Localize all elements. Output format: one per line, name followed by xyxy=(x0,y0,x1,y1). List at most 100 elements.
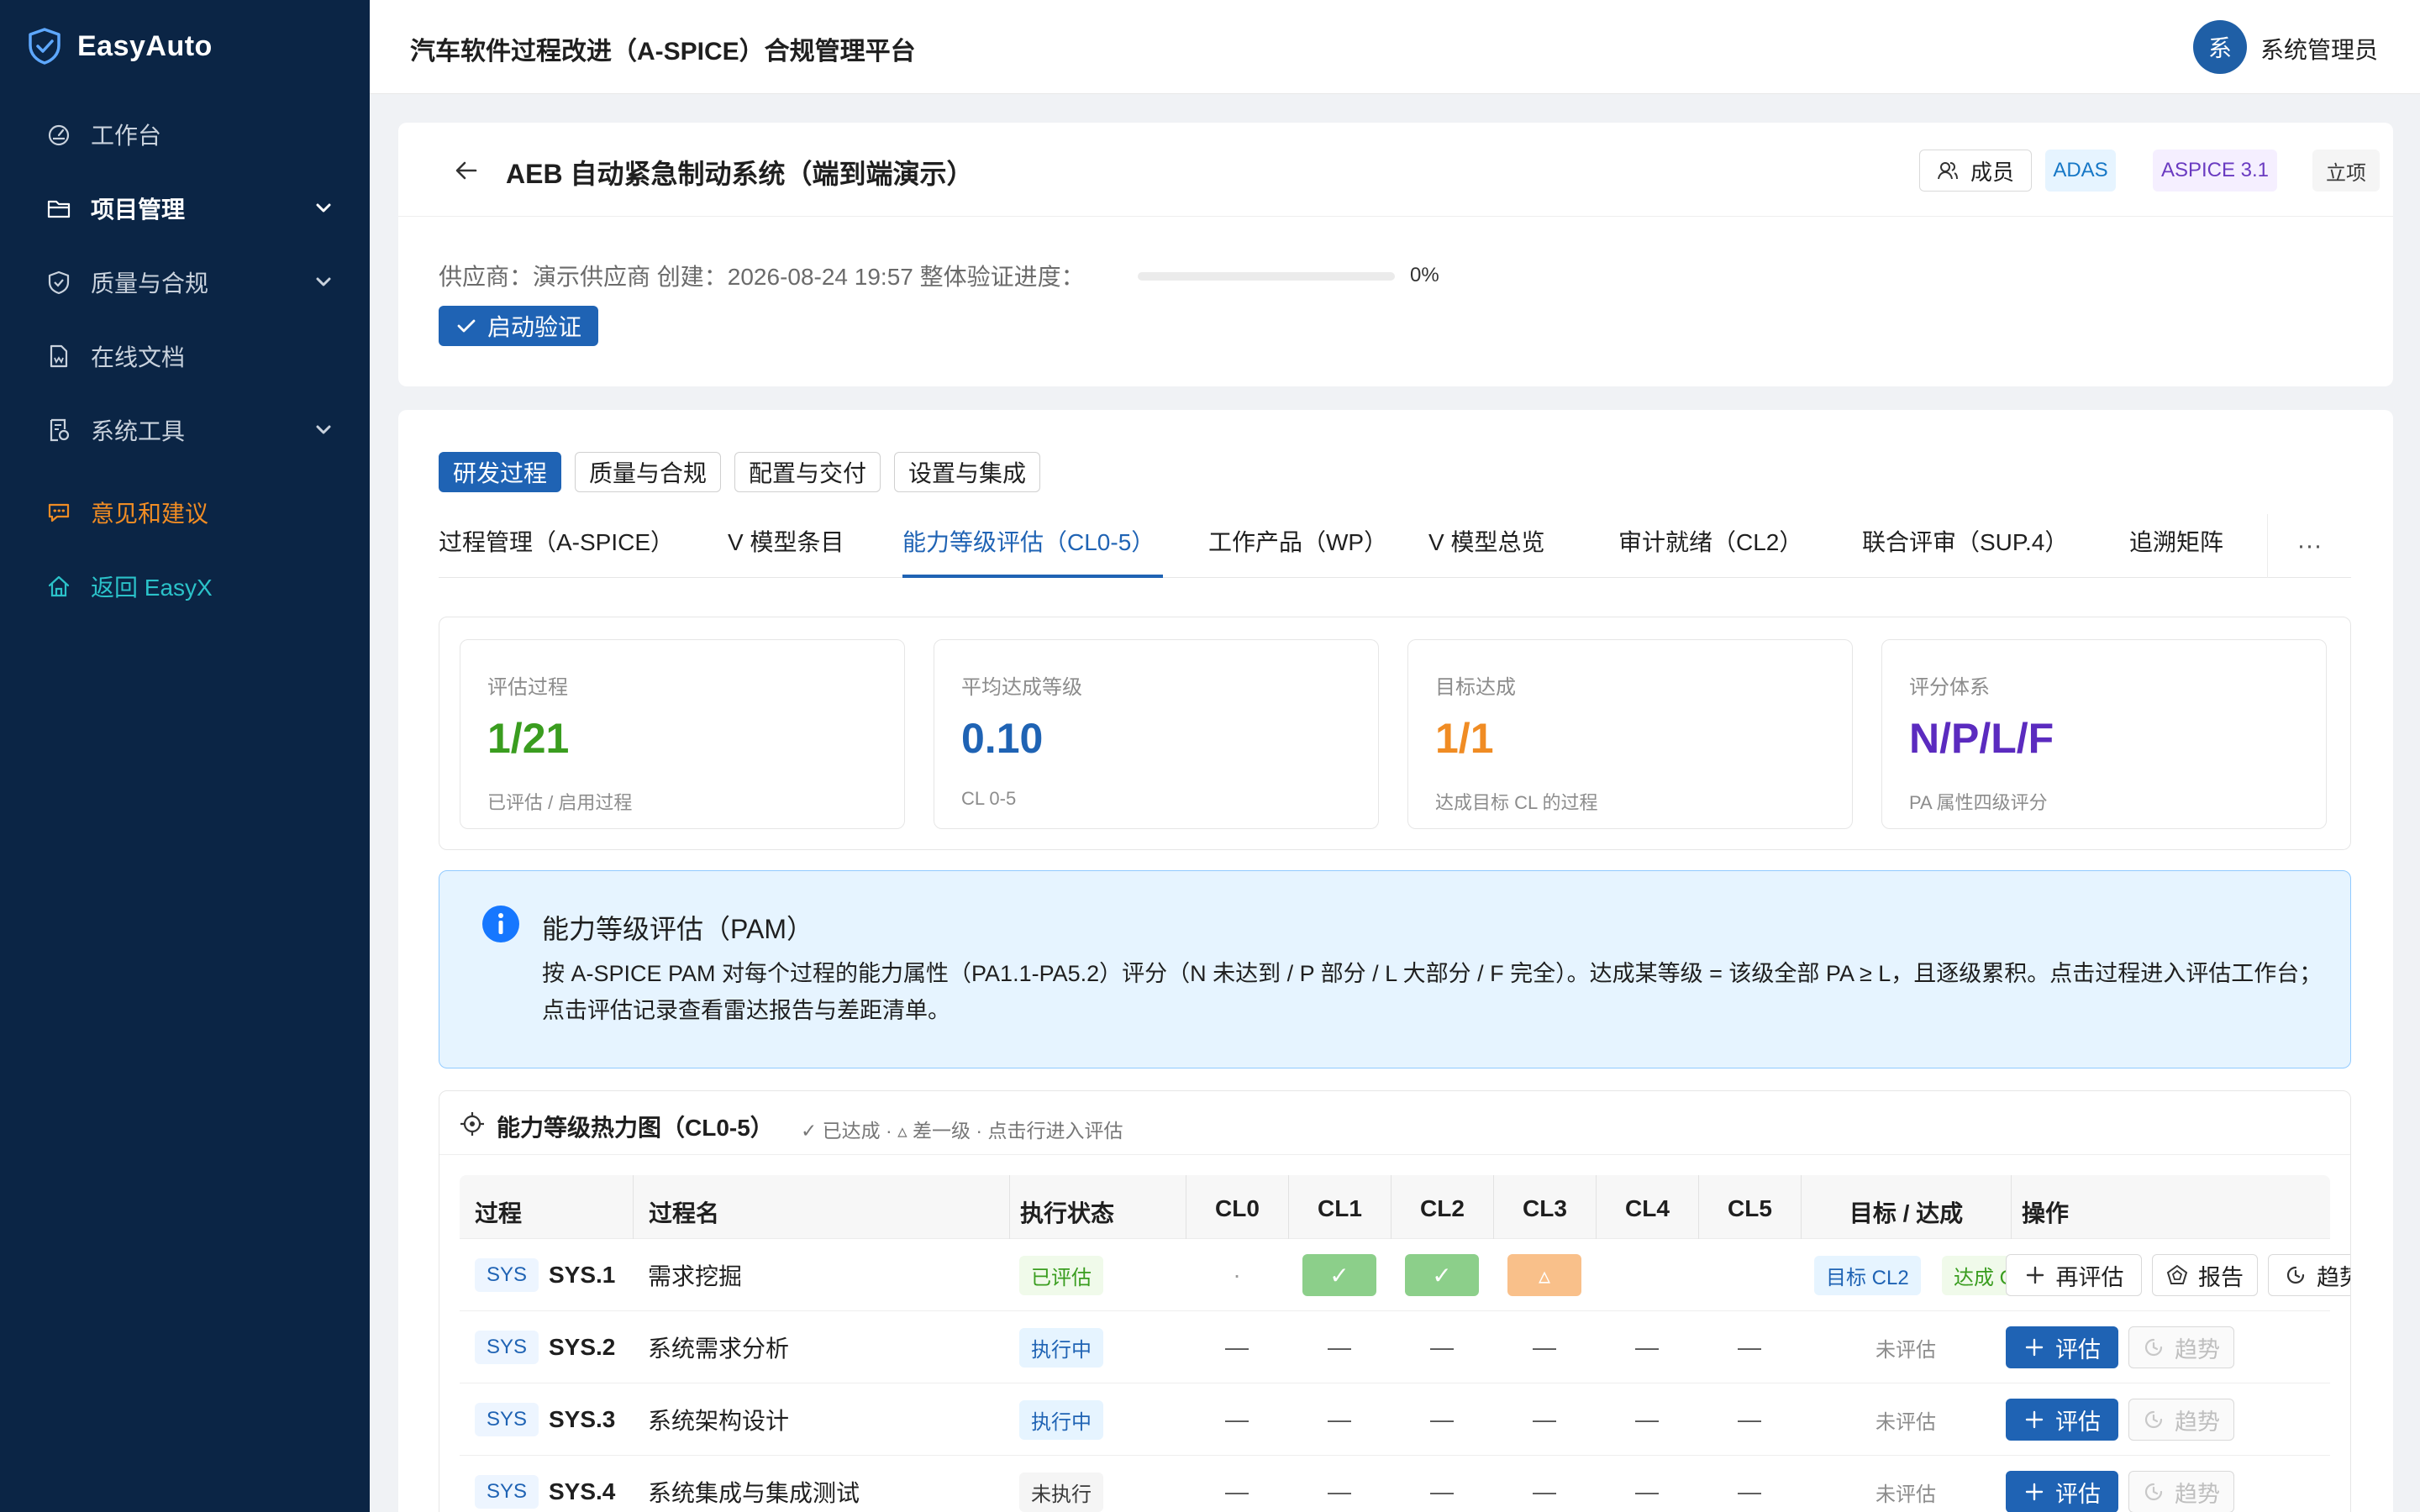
members-label: 成员 xyxy=(1970,159,2014,185)
sidebar-item-return-easyx[interactable]: 返回 EasyX xyxy=(0,559,370,614)
assess-button[interactable]: 评估 xyxy=(2006,1471,2118,1512)
cl4-cell: — xyxy=(1635,1334,1659,1360)
process-name: 系统集成与集成测试 xyxy=(648,1480,860,1506)
app-name: EasyAuto xyxy=(77,29,213,62)
stat-value: 1/21 xyxy=(487,715,570,762)
process-id: SYS.2 xyxy=(549,1334,616,1360)
target-icon xyxy=(460,1112,484,1136)
shield-check-logo-icon xyxy=(29,28,60,65)
table-row[interactable]: SYS SYS.3 系统架构设计 执行中 — — — — — — 未评估 评估 … xyxy=(460,1383,2330,1456)
unassessed-text: 未评估 xyxy=(1876,1410,1936,1434)
col-cl0: CL0 xyxy=(1186,1175,1288,1239)
col-process-name: 过程名 xyxy=(633,1175,719,1239)
sidebar-item-project-management[interactable]: 项目管理 xyxy=(0,181,370,236)
reassess-button[interactable]: 再评估 xyxy=(2006,1254,2142,1296)
process-category-tag: SYS xyxy=(475,1456,539,1512)
stat-card-average-level: 平均达成等级 0.10 CL 0-5 xyxy=(934,639,1379,829)
table-row[interactable]: SYS SYS.1 需求挖掘 已评估 · ✓ ✓ ▵ 目标 CL2 达成 CL2… xyxy=(460,1239,2350,1311)
document-icon xyxy=(45,343,72,370)
cl0-cell: — xyxy=(1225,1478,1249,1504)
history-icon xyxy=(2144,1410,2163,1429)
start-verification-button[interactable]: 启动验证 xyxy=(439,306,598,346)
stat-value: 0.10 xyxy=(961,715,1044,762)
tab-work-products[interactable]: 工作产品（WP） xyxy=(1208,524,1387,558)
cl2-cell: — xyxy=(1430,1478,1454,1504)
chevron-down-icon xyxy=(316,277,331,286)
cl3-cell-gap[interactable]: ▵ xyxy=(1507,1254,1581,1296)
members-button[interactable]: 成员 xyxy=(1919,150,2032,192)
user-name[interactable]: 系统管理员 xyxy=(2260,32,2378,66)
tab-quality-compliance[interactable]: 质量与合规 xyxy=(575,452,722,492)
unassessed-text: 未评估 xyxy=(1876,1338,1936,1362)
sidebar-item-label: 项目管理 xyxy=(91,197,186,223)
info-icon xyxy=(482,906,519,942)
process-name: 系统架构设计 xyxy=(648,1408,790,1434)
stat-sub: CL 0-5 xyxy=(961,788,1017,809)
active-tab-indicator xyxy=(902,575,1163,578)
cl3-cell: — xyxy=(1533,1406,1556,1432)
chevron-down-icon xyxy=(316,203,331,213)
process-category-tag: SYS xyxy=(475,1383,539,1456)
sidebar-item-feedback[interactable]: 意见和建议 xyxy=(0,485,370,540)
tab-capability-assessment[interactable]: 能力等级评估（CL0-5） xyxy=(902,524,1155,558)
tab-config-delivery[interactable]: 配置与交付 xyxy=(734,452,881,492)
project-card: AEB 自动紧急制动系统（端到端演示） 成员 ADAS ASPICE 3.1 立… xyxy=(398,123,2393,386)
tab-settings-integration[interactable]: 设置与集成 xyxy=(894,452,1041,492)
cl5-cell: — xyxy=(1738,1334,1761,1360)
stats-panel: 评估过程 1/21 已评估 / 启用过程 平均达成等级 0.10 CL 0-5 … xyxy=(439,617,2351,850)
tab-traceability-matrix[interactable]: 追溯矩阵 xyxy=(2129,524,2223,558)
process-category-tag: SYS xyxy=(475,1311,539,1383)
stat-sub: 达成目标 CL 的过程 xyxy=(1435,792,1598,813)
sidebar-item-label: 在线文档 xyxy=(91,344,186,370)
status-badge: 执行中 xyxy=(1019,1383,1103,1456)
status-badge: 未执行 xyxy=(1019,1456,1103,1512)
tab-process-management[interactable]: 过程管理（A-SPICE） xyxy=(439,524,674,558)
tab-audit-readiness[interactable]: 审计就绪（CL2） xyxy=(1618,524,1802,558)
phase-tag: 立项 xyxy=(2312,150,2380,192)
table-row[interactable]: SYS SYS.2 系统需求分析 执行中 — — — — — — 未评估 评估 … xyxy=(460,1311,2330,1383)
folder-icon xyxy=(45,195,72,222)
table-row[interactable]: SYS SYS.4 系统集成与集成测试 未执行 — — — — — — 未评估 … xyxy=(460,1456,2330,1512)
members-icon xyxy=(1937,162,1958,180)
verification-progress-bar xyxy=(1138,272,1395,281)
tab-v-model-overview[interactable]: V 模型总览 xyxy=(1428,524,1544,558)
dashboard-icon xyxy=(45,121,72,148)
alert-description: 按 A-SPICE PAM 对每个过程的能力属性（PA1.1-PA5.2）评分（… xyxy=(542,961,2323,1023)
col-cl1: CL1 xyxy=(1288,1175,1391,1239)
target-level-tag: 目标 CL2 xyxy=(1814,1239,1921,1311)
trend-button[interactable]: 趋势 xyxy=(2268,1254,2350,1296)
process-category-tag: SYS xyxy=(475,1239,539,1311)
tab-joint-review[interactable]: 联合评审（SUP.4） xyxy=(1862,524,2068,558)
cl5-cell: — xyxy=(1738,1478,1761,1504)
cl2-cell: — xyxy=(1430,1406,1454,1432)
cl2-cell-achieved[interactable]: ✓ xyxy=(1405,1254,1479,1296)
platform-title: 汽车软件过程改进（A-SPICE）合规管理平台 xyxy=(410,38,916,66)
col-cl2: CL2 xyxy=(1391,1175,1493,1239)
avatar[interactable]: 系 xyxy=(2193,20,2247,74)
more-tabs-button[interactable]: ··· xyxy=(2267,514,2351,578)
cl0-cell: — xyxy=(1225,1406,1249,1432)
start-verification-label: 启动验证 xyxy=(487,314,581,340)
tab-v-model-items[interactable]: V 模型条目 xyxy=(728,524,844,558)
shield-icon xyxy=(45,269,72,296)
sidebar-item-label: 返回 EasyX xyxy=(91,575,213,601)
stat-card-target-achieved: 目标达成 1/1 达成目标 CL 的过程 xyxy=(1407,639,1853,829)
sidebar-item-workbench[interactable]: 工作台 xyxy=(0,107,370,162)
cl1-cell-achieved[interactable]: ✓ xyxy=(1302,1254,1376,1296)
back-arrow-icon[interactable] xyxy=(452,156,481,185)
assess-button[interactable]: 评估 xyxy=(2006,1326,2118,1368)
report-button[interactable]: 报告 xyxy=(2152,1254,2258,1296)
stat-label: 评估过程 xyxy=(487,676,568,699)
sub-tabs: 过程管理（A-SPICE） V 模型条目 能力等级评估（CL0-5） 工作产品（… xyxy=(439,514,2351,578)
check-icon xyxy=(457,319,476,333)
process-id: SYS.4 xyxy=(549,1478,616,1504)
sidebar-item-system-tools[interactable]: 系统工具 xyxy=(0,402,370,458)
assess-button[interactable]: 评估 xyxy=(2006,1399,2118,1441)
sidebar-item-quality-compliance[interactable]: 质量与合规 xyxy=(0,255,370,310)
app-logo[interactable]: EasyAuto xyxy=(27,25,213,67)
tab-rd-process[interactable]: 研发过程 xyxy=(439,452,562,492)
cl4-cell: — xyxy=(1635,1478,1659,1504)
trend-button-disabled: 趋势 xyxy=(2128,1326,2234,1368)
stat-card-assessed: 评估过程 1/21 已评估 / 启用过程 xyxy=(460,639,905,829)
sidebar-item-online-docs[interactable]: 在线文档 xyxy=(0,328,370,384)
